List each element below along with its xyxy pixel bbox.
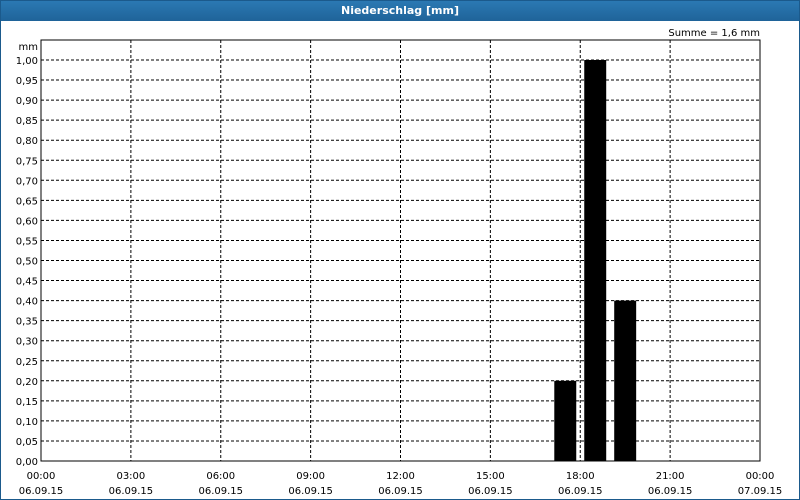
- x-tick-date: 06.09.15: [648, 486, 693, 497]
- x-tick-date: 06.09.15: [198, 486, 243, 497]
- y-tick-label: 0,95: [16, 76, 38, 87]
- y-tick-label: 1,00: [16, 56, 38, 67]
- x-tick-time: 03:00: [116, 471, 145, 482]
- summary-label: Summe = 1,6 mm: [668, 28, 760, 39]
- x-tick-date: 06.09.15: [558, 486, 603, 497]
- x-tick-date: 07.09.15: [738, 486, 783, 497]
- precipitation-bar: [614, 300, 637, 461]
- y-tick-label: 0,45: [16, 277, 38, 288]
- precipitation-bar: [554, 380, 577, 461]
- x-tick-date: 06.09.15: [468, 486, 513, 497]
- y-tick-label: 0,10: [16, 417, 38, 428]
- x-tick-time: 12:00: [386, 471, 415, 482]
- y-tick-label: 0,20: [16, 377, 38, 388]
- y-tick-label: 0,65: [16, 196, 38, 207]
- x-tick-time: 09:00: [296, 471, 325, 482]
- y-tick-label: 0,05: [16, 437, 38, 448]
- y-tick-label: 0,80: [16, 136, 38, 147]
- x-tick-time: 21:00: [656, 471, 685, 482]
- y-tick-label: 0,35: [16, 317, 38, 328]
- y-tick-label: 0,50: [16, 257, 38, 268]
- y-tick-label: 0,30: [16, 337, 38, 348]
- y-tick-label: 0,15: [16, 397, 38, 408]
- x-tick-time: 06:00: [206, 471, 235, 482]
- precipitation-chart: 0,00 0,05 0,10 0,15 0,20 0,25 0,30 0,35 0,40 0,45…: [16, 28, 783, 497]
- y-tick-label: 0,70: [16, 176, 38, 187]
- x-tick-date: 06.09.15: [19, 486, 64, 497]
- y-tick-label: 0,75: [16, 156, 38, 167]
- x-tick-date: 06.09.15: [109, 486, 154, 497]
- x-tick-time: 18:00: [566, 471, 595, 482]
- x-tick-time: 15:00: [476, 471, 505, 482]
- y-tick-label: 0,55: [16, 236, 38, 247]
- x-tick-date: 06.09.15: [288, 486, 333, 497]
- x-tick-time: 00:00: [746, 471, 775, 482]
- y-tick-label: 0,00: [16, 457, 38, 468]
- y-tick-label: 0,90: [16, 96, 38, 107]
- x-tick-date: 06.09.15: [378, 486, 423, 497]
- y-tick-label: 0,60: [16, 216, 38, 227]
- y-unit-label: mm: [19, 42, 38, 53]
- y-tick-label: 0,85: [16, 116, 38, 127]
- y-tick-label: 0,40: [16, 297, 38, 308]
- x-tick-time: 00:00: [27, 471, 56, 482]
- precipitation-bar: [584, 60, 607, 461]
- y-tick-label: 0,25: [16, 357, 38, 368]
